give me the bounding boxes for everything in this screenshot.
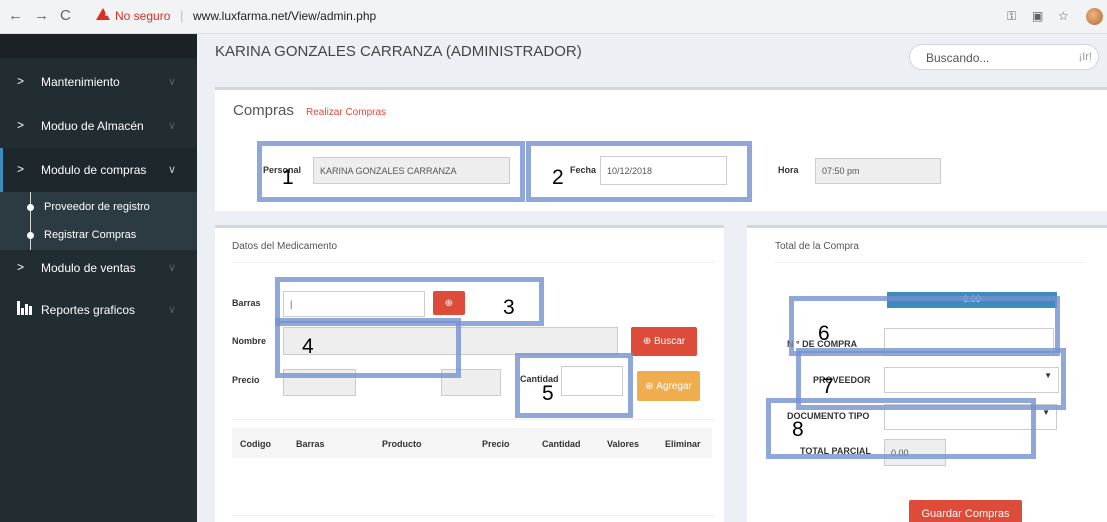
column-header: Cantidad (542, 439, 581, 449)
compras-title: Compras (233, 102, 294, 119)
hora-field: 07:50 pm (815, 158, 941, 184)
sidebar-item-mantenimiento[interactable]: > Mantenimiento ∨ (0, 60, 197, 104)
column-header: Barras (296, 439, 325, 449)
precio-label: Precio (232, 375, 260, 385)
insecure-label: No seguro (115, 9, 171, 23)
divider (232, 262, 715, 263)
sidebar-item-label: Reportes graficos (41, 303, 136, 317)
profile-avatar[interactable] (1086, 8, 1103, 25)
chevron-down-icon: ∨ (168, 164, 177, 176)
bullet-icon (27, 204, 34, 211)
barras-label: Barras (232, 298, 261, 308)
bullet-icon (27, 232, 34, 239)
column-header: Producto (382, 439, 422, 449)
annotation-box-5 (515, 353, 633, 418)
chevron-down-icon: ∨ (168, 304, 177, 316)
chevron-right-icon: > (17, 74, 25, 88)
star-icon[interactable]: ☆ (1058, 9, 1069, 23)
annotation-number-1: 1 (282, 166, 294, 189)
chevron-down-icon: ∨ (168, 120, 177, 132)
annotation-box-1 (257, 141, 525, 202)
chevron-right-icon: > (17, 162, 25, 176)
key-icon[interactable]: ⚿ (1007, 9, 1016, 24)
search-input[interactable]: Buscando... ¡Ir! (909, 44, 1099, 70)
sidebar-item-reportes[interactable]: Reportes graficos ∨ (0, 288, 197, 332)
divider (775, 262, 1085, 263)
search-placeholder: Buscando... (926, 51, 990, 65)
divider (232, 419, 715, 420)
agregar-button[interactable]: ⊕ Agregar (637, 371, 700, 401)
sidebar-item-label: Mantenimiento (41, 75, 120, 89)
sidebar-subitem-label: Registrar Compras (44, 229, 137, 241)
sidebar-item-label: Modulo de compras (41, 163, 147, 177)
agregar-button-label: Agregar (656, 380, 692, 392)
annotation-number-8: 8 (792, 418, 804, 441)
column-header: Precio (482, 439, 510, 449)
translate-icon[interactable]: ▣ (1032, 9, 1043, 23)
annotation-number-3: 3 (503, 296, 515, 319)
sidebar-item-label: Modulo de ventas (41, 261, 136, 275)
buscar-button-label: Buscar (654, 336, 686, 347)
total-title: Total de la Compra (775, 241, 859, 252)
sidebar: > Mantenimiento ∨ > Moduo de Almacén ∨ >… (0, 34, 197, 522)
nombre-label: Nombre (232, 336, 267, 346)
sidebar-subitem-registrar[interactable]: Registrar Compras (0, 221, 197, 249)
annotation-number-4: 4 (302, 335, 314, 358)
sidebar-subitem-proveedor[interactable]: Proveedor de registro (0, 193, 197, 221)
column-header: Eliminar (665, 439, 701, 449)
sidebar-submenu: Proveedor de registro Registrar Compras (0, 192, 197, 250)
medicamento-title: Datos del Medicamento (232, 241, 338, 252)
chevron-right-icon: > (17, 118, 25, 132)
sidebar-top (0, 34, 197, 58)
forward-arrow-icon[interactable]: → (34, 7, 49, 24)
url-text[interactable]: www.luxfarma.net/View/admin.php (193, 9, 376, 23)
sidebar-item-label: Moduo de Almacén (41, 119, 144, 133)
annotation-number-6: 6 (818, 322, 830, 345)
annotation-number-2: 2 (552, 166, 564, 189)
search-button[interactable]: ¡Ir! (1079, 51, 1092, 63)
hora-label: Hora (778, 165, 799, 175)
plus-circle-icon: ⊕ (645, 380, 657, 392)
buscar-button[interactable]: ⊕ Buscar (631, 327, 697, 356)
omnibox-separator: | (180, 8, 184, 23)
items-table-header: Codigo Barras Producto Precio Cantidad V… (232, 428, 712, 458)
annotation-number-7: 7 (822, 375, 834, 398)
column-header: Codigo (240, 439, 271, 449)
annotation-number-5: 5 (542, 382, 554, 405)
sidebar-item-ventas[interactable]: > Modulo de ventas ∨ (0, 246, 197, 290)
browser-toolbar: ← → C ! No seguro | www.luxfarma.net/Vie… (0, 0, 1107, 34)
chevron-right-icon: > (17, 260, 25, 274)
chevron-down-icon: ∨ (168, 76, 177, 88)
divider (232, 515, 715, 516)
column-header: Valores (607, 439, 640, 449)
back-arrow-icon[interactable]: ← (8, 7, 23, 24)
guardar-compras-button[interactable]: Guardar Compras (909, 500, 1022, 522)
page-title: KARINA GONZALES CARRANZA (ADMINISTRADOR) (215, 43, 582, 60)
chevron-down-icon: ∨ (168, 262, 177, 274)
sidebar-item-compras[interactable]: > Modulo de compras ∨ (0, 148, 197, 192)
sidebar-subitem-label: Proveedor de registro (44, 201, 150, 213)
compras-subtitle: Realizar Compras (306, 107, 387, 118)
search-icon: ⊕ (642, 336, 655, 347)
sidebar-item-almacen[interactable]: > Moduo de Almacén ∨ (0, 104, 197, 148)
reload-icon[interactable]: C (60, 7, 71, 24)
bar-chart-icon (17, 301, 33, 315)
warning-mark-icon: ! (104, 9, 109, 19)
annotation-box-8 (766, 398, 1036, 459)
